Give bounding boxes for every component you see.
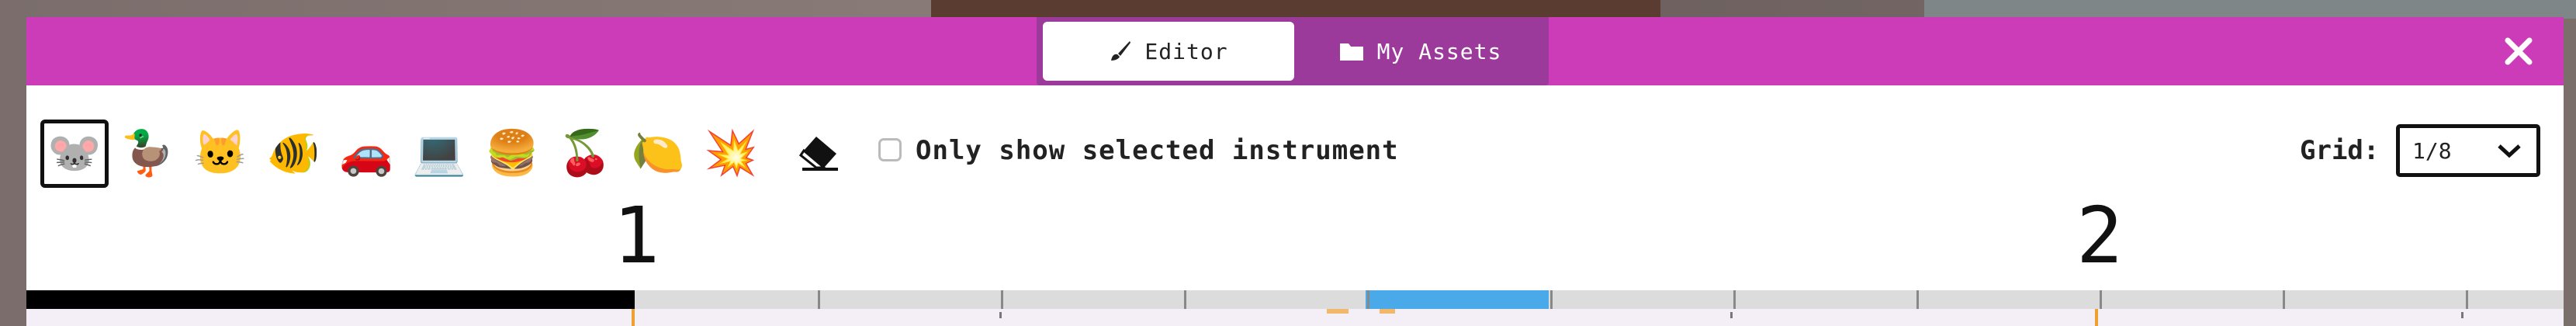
instrument-button-car[interactable]: 🚗	[332, 120, 400, 188]
instrument-button-lemon[interactable]: 🍋	[624, 120, 692, 188]
close-icon	[2505, 37, 2533, 65]
beat-marker	[2461, 312, 2463, 318]
eraser-icon	[798, 137, 838, 171]
measure-marker	[2095, 309, 2098, 326]
tab-my-assets[interactable]: My Assets	[1297, 22, 1542, 81]
measure-number: 1	[613, 190, 660, 281]
tab-editor[interactable]: Editor	[1043, 22, 1294, 81]
close-button[interactable]	[2500, 33, 2537, 70]
cherry-icon: 🍒	[558, 128, 612, 179]
editor-window: Editor My Assets 🐭 🦆 🐱 🐠 🚗 💻 🍔 🍒 🍋 💥 Onl…	[26, 17, 2564, 326]
timeline-played-region	[26, 290, 635, 309]
instrument-button-computer[interactable]: 💻	[405, 120, 473, 188]
timeline-tick	[1184, 290, 1186, 309]
instrument-button-cherry[interactable]: 🍒	[551, 120, 619, 188]
timeline-tick	[2100, 290, 2102, 309]
grid-label: Grid:	[2300, 135, 2380, 166]
only-selected-label[interactable]: Only show selected instrument	[916, 135, 1399, 166]
grid-select-value: 1/8	[2412, 137, 2452, 164]
mouse-icon: 🐭	[47, 128, 102, 179]
brush-icon	[1109, 40, 1132, 63]
timeline-tick	[2466, 290, 2468, 309]
measure-number: 2	[2076, 190, 2124, 281]
duck-icon: 🦆	[120, 128, 175, 179]
explosion-icon: 💥	[704, 128, 758, 179]
measure-marker	[632, 309, 635, 326]
timeline-tick	[1733, 290, 1736, 309]
computer-icon: 💻	[412, 128, 466, 179]
instrument-button-duck[interactable]: 🦆	[113, 120, 182, 188]
timeline-tick	[1550, 290, 1553, 309]
backdrop-panel	[1924, 0, 2576, 19]
fish-icon: 🐠	[266, 128, 320, 179]
instrument-button-burger[interactable]: 🍔	[478, 120, 546, 188]
top-bar: Editor My Assets	[26, 17, 2564, 85]
timeline-tick	[1001, 290, 1003, 309]
eraser-button[interactable]	[798, 134, 841, 172]
beat-marker	[1730, 312, 1733, 318]
instrument-button-explosion[interactable]: 💥	[697, 120, 765, 188]
instrument-toolbar: 🐭 🦆 🐱 🐠 🚗 💻 🍔 🍒 🍋 💥 Only show selected instrument…	[26, 85, 2564, 202]
car-icon: 🚗	[339, 128, 393, 179]
beat-marker	[999, 312, 1002, 318]
chevron-down-icon	[2498, 144, 2521, 158]
instrument-button-mouse[interactable]: 🐭	[40, 120, 109, 188]
tab-my-assets-label: My Assets	[1376, 38, 1502, 64]
tab-group: Editor My Assets	[1037, 17, 1549, 85]
timeline-tick	[1367, 290, 1369, 309]
cat-icon: 🐱	[193, 128, 248, 179]
timeline-tick	[818, 290, 820, 309]
grid-select[interactable]: 1/8	[2396, 124, 2540, 177]
backdrop-panel	[931, 0, 1660, 19]
folder-icon	[1338, 40, 1365, 62]
note-grid[interactable]	[26, 309, 2564, 326]
instrument-button-fish[interactable]: 🐠	[259, 120, 327, 188]
instrument-button-cat[interactable]: 🐱	[186, 120, 254, 188]
tab-editor-label: Editor	[1144, 38, 1228, 64]
lemon-icon: 🍋	[631, 128, 685, 179]
loop-region[interactable]	[1366, 290, 1549, 309]
note-block[interactable]	[1327, 309, 1349, 314]
burger-icon: 🍔	[485, 128, 539, 179]
timeline-tick	[1916, 290, 1919, 309]
timeline-tick	[2283, 290, 2285, 309]
note-block[interactable]	[1380, 309, 1395, 314]
only-selected-checkbox[interactable]	[878, 138, 902, 161]
